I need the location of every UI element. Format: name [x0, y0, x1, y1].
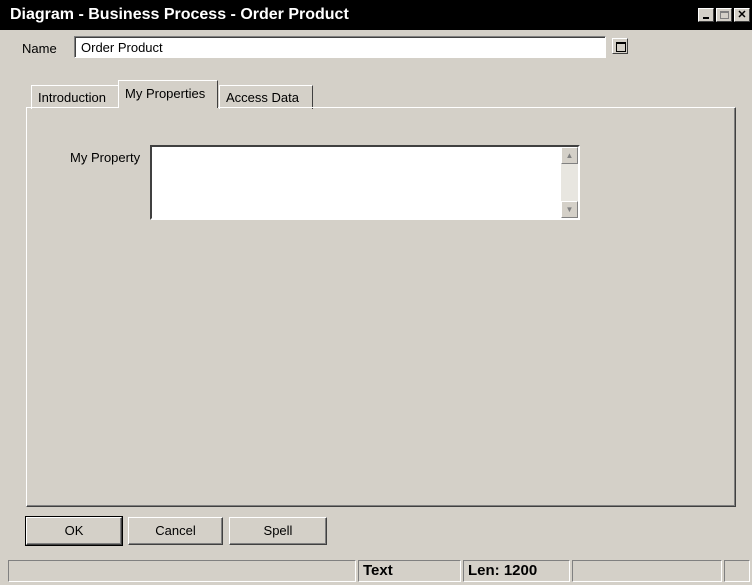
- name-row: Name: [22, 37, 70, 59]
- tab-introduction[interactable]: Introduction: [31, 85, 118, 109]
- tab-access-data[interactable]: Access Data: [219, 85, 313, 109]
- tab-my-properties[interactable]: My Properties: [118, 80, 218, 108]
- cancel-button[interactable]: Cancel: [128, 517, 223, 545]
- maximize-icon[interactable]: [716, 8, 732, 22]
- status-bar: Text Len: 1200: [0, 558, 752, 585]
- window-title: Diagram - Business Process - Order Produ…: [10, 6, 349, 23]
- window-controls: ✕: [698, 8, 750, 22]
- name-label: Name: [22, 40, 57, 56]
- ok-button[interactable]: OK: [25, 516, 123, 546]
- scroll-up-arrow-icon[interactable]: ▲: [561, 147, 578, 164]
- status-cell-3: Len: 1200: [463, 560, 570, 582]
- my-property-label: My Property: [70, 150, 141, 165]
- minimize-icon[interactable]: [698, 8, 714, 22]
- title-bar: Diagram - Business Process - Order Produ…: [0, 0, 752, 30]
- status-cell-5: [724, 560, 750, 582]
- close-icon[interactable]: ✕: [734, 8, 750, 22]
- scroll-down-arrow-icon[interactable]: ▼: [561, 201, 578, 218]
- status-cell-2: Text: [358, 560, 461, 582]
- status-cell-1: [8, 560, 356, 582]
- name-input[interactable]: [74, 36, 606, 58]
- status-cell-4: [572, 560, 722, 582]
- vertical-scrollbar[interactable]: ▲ ▼: [561, 147, 578, 218]
- expand-field-icon[interactable]: [612, 38, 628, 54]
- my-property-textarea[interactable]: ▲ ▼: [150, 145, 580, 220]
- spell-button[interactable]: Spell: [229, 517, 327, 545]
